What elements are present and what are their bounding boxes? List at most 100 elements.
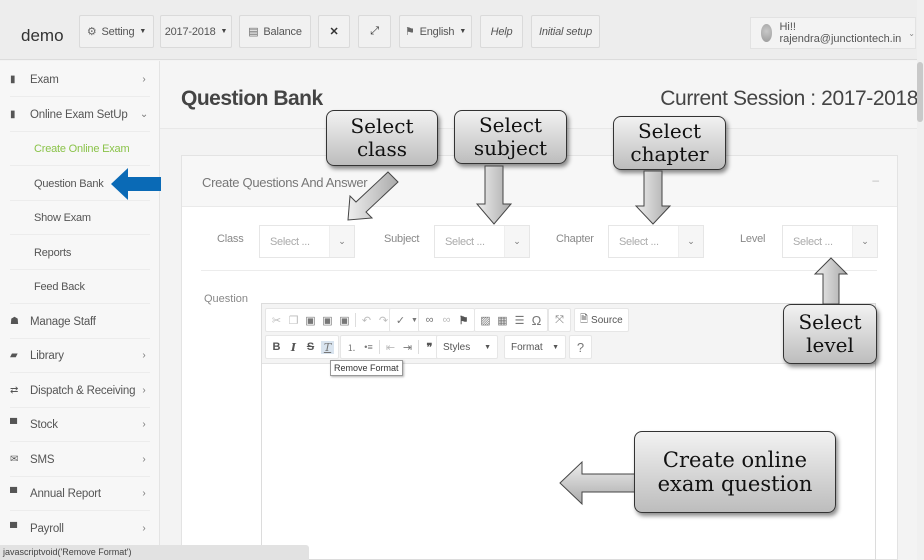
- callout-create-online-exam-question: Create online exam question: [634, 431, 836, 513]
- scrollbar-thumb[interactable]: [917, 62, 923, 122]
- chevron-down-icon: ⌄: [139, 109, 149, 120]
- cart-icon: ▀: [10, 523, 17, 534]
- callout-select-chapter: Select chapter: [613, 116, 726, 170]
- caret-down-icon: ▼: [484, 343, 491, 351]
- insert-group: ▨ ▦ ☰ Ω: [474, 308, 548, 332]
- arrow-down-icon: [634, 170, 672, 225]
- maximize-group: ⤧: [548, 308, 571, 332]
- paste-icon[interactable]: ▣: [304, 314, 317, 327]
- image-icon[interactable]: ▨: [479, 314, 492, 327]
- chevron-down-icon: ⌄: [504, 226, 529, 257]
- chevron-down-icon: ⌄: [852, 226, 877, 257]
- paste-text-icon[interactable]: ▣: [321, 314, 334, 327]
- compress-button[interactable]: ✕: [318, 15, 350, 48]
- horizontal-line-icon[interactable]: ☰: [513, 314, 526, 327]
- sidebar-item-exam[interactable]: ▮ Exam ›: [10, 63, 150, 97]
- level-select[interactable]: Select ... ⌄: [782, 225, 878, 258]
- caret-down-icon: ▼: [459, 28, 467, 35]
- sidebar-subitem-create-online-exam[interactable]: Create Online Exam: [10, 132, 150, 166]
- cut-icon[interactable]: ✂: [270, 314, 283, 327]
- strikethrough-icon[interactable]: S: [304, 341, 317, 353]
- table-icon[interactable]: ▦: [496, 314, 509, 327]
- sidebar-subitem-feed-back[interactable]: Feed Back: [10, 270, 150, 304]
- cart-icon: ▀: [10, 419, 17, 430]
- chevron-down-icon: ⌄: [329, 226, 354, 257]
- sidebar-item-stock[interactable]: ▀ Stock ›: [10, 408, 150, 442]
- chevron-right-icon: ›: [142, 419, 146, 430]
- blue-arrow-left-icon: [111, 168, 161, 200]
- brand-logo[interactable]: demo: [21, 26, 64, 46]
- balance-button[interactable]: ▤ Balance: [239, 15, 311, 48]
- special-char-omega-icon[interactable]: Ω: [530, 313, 543, 328]
- callout-select-subject: Select subject: [454, 110, 567, 164]
- gear-icon: ⚙: [86, 26, 97, 38]
- arrow-down-icon: [475, 165, 513, 225]
- collapse-icon[interactable]: –: [872, 173, 879, 187]
- italic-icon[interactable]: I: [287, 341, 300, 354]
- help-button[interactable]: Help: [480, 15, 523, 48]
- help-button-editor[interactable]: ?: [569, 335, 592, 359]
- sidebar-item-annual-report[interactable]: ▀ Annual Report ›: [10, 477, 150, 511]
- language-button[interactable]: ⚑ English ▼: [399, 15, 472, 48]
- chevron-down-icon: ⌄: [678, 226, 703, 257]
- arrow-up-icon: [813, 257, 849, 305]
- sidebar-item-online-exam-setup[interactable]: ▮ Online Exam SetUp ⌄: [10, 98, 150, 132]
- sidebar-subitem-show-exam[interactable]: Show Exam: [10, 201, 150, 235]
- sidebar-item-manage-staff[interactable]: ☗ Manage Staff: [10, 305, 150, 339]
- format-dropdown[interactable]: Format ▼: [504, 335, 566, 359]
- sidebar: ▮ Exam › ▮ Online Exam SetUp ⌄ Create On…: [0, 61, 160, 560]
- copy-icon[interactable]: ❐: [287, 314, 300, 327]
- sidebar-item-dispatch-receiving[interactable]: ⇄ Dispatch & Receiving ›: [10, 374, 150, 408]
- initial-setup-button[interactable]: Initial setup: [531, 15, 600, 48]
- user-greeting: Hi!! rajendra@junctiontech.in: [779, 21, 902, 45]
- user-menu[interactable]: Hi!! rajendra@junctiontech.in ⌄: [750, 17, 916, 49]
- link-group: ∞ ∞ ⚑: [418, 308, 475, 332]
- link-icon[interactable]: ∞: [423, 314, 436, 326]
- sidebar-item-payroll[interactable]: ▀ Payroll ›: [10, 512, 150, 546]
- users-icon: ☗: [10, 316, 19, 327]
- indent-icon[interactable]: ⇥: [401, 341, 414, 354]
- class-select[interactable]: Select ... ⌄: [259, 225, 355, 258]
- sidebar-item-library[interactable]: ▰ Library ›: [10, 339, 150, 373]
- anchor-flag-icon[interactable]: ⚑: [457, 314, 470, 327]
- styles-dropdown[interactable]: Styles ▼: [436, 335, 498, 359]
- book-icon: ▰: [10, 350, 18, 361]
- class-label: Class: [217, 233, 244, 245]
- remove-format-tooltip: Remove Format: [330, 360, 403, 376]
- source-button[interactable]: 🗎 Source: [574, 308, 629, 332]
- file-icon: ▮: [10, 109, 16, 120]
- file-icon: ▮: [10, 74, 16, 85]
- cart-icon: ▀: [10, 488, 17, 499]
- bold-icon[interactable]: B: [270, 341, 283, 353]
- remove-format-icon[interactable]: T: [321, 340, 334, 354]
- callout-select-class: Select class: [326, 110, 438, 166]
- subject-label: Subject: [384, 233, 420, 245]
- setting-button[interactable]: ⚙ Setting ▼: [79, 15, 154, 48]
- undo-icon[interactable]: ↶: [360, 314, 373, 327]
- avatar: [761, 24, 773, 42]
- subject-select[interactable]: Select ... ⌄: [434, 225, 530, 258]
- caret-down-icon: ▼: [411, 316, 418, 324]
- chapter-select[interactable]: Select ... ⌄: [608, 225, 704, 258]
- callout-select-level: Select level: [783, 304, 877, 364]
- chevron-down-icon: ⌄: [908, 28, 915, 38]
- compress-icon: ✕: [329, 26, 339, 38]
- current-session: Current Session : 2017-2018: [660, 87, 918, 110]
- unlink-icon[interactable]: ∞: [440, 314, 453, 326]
- fullscreen-button[interactable]: ⤢: [358, 15, 391, 48]
- sidebar-subitem-reports[interactable]: Reports: [10, 236, 150, 270]
- maximize-icon[interactable]: ⤧: [553, 314, 566, 327]
- bulleted-list-icon[interactable]: •≡: [362, 342, 375, 352]
- chevron-right-icon: ›: [142, 385, 146, 396]
- blockquote-icon[interactable]: ❞: [423, 341, 436, 354]
- spellcheck-icon[interactable]: ✓: [394, 314, 407, 327]
- session-year-button[interactable]: 2017-2018 ▼: [160, 15, 232, 48]
- chevron-right-icon: ›: [142, 488, 146, 499]
- level-label: Level: [740, 233, 766, 245]
- outdent-icon[interactable]: ⇤: [384, 341, 397, 354]
- clipboard-group: ✂ ❐ ▣ ▣ ▣ ↶ ↷: [265, 308, 395, 332]
- numbered-list-icon[interactable]: ⒈: [345, 341, 358, 354]
- sidebar-item-sms[interactable]: ✉ SMS ›: [10, 443, 150, 477]
- paste-word-icon[interactable]: ▣: [338, 314, 351, 327]
- chevron-right-icon: ›: [142, 74, 146, 85]
